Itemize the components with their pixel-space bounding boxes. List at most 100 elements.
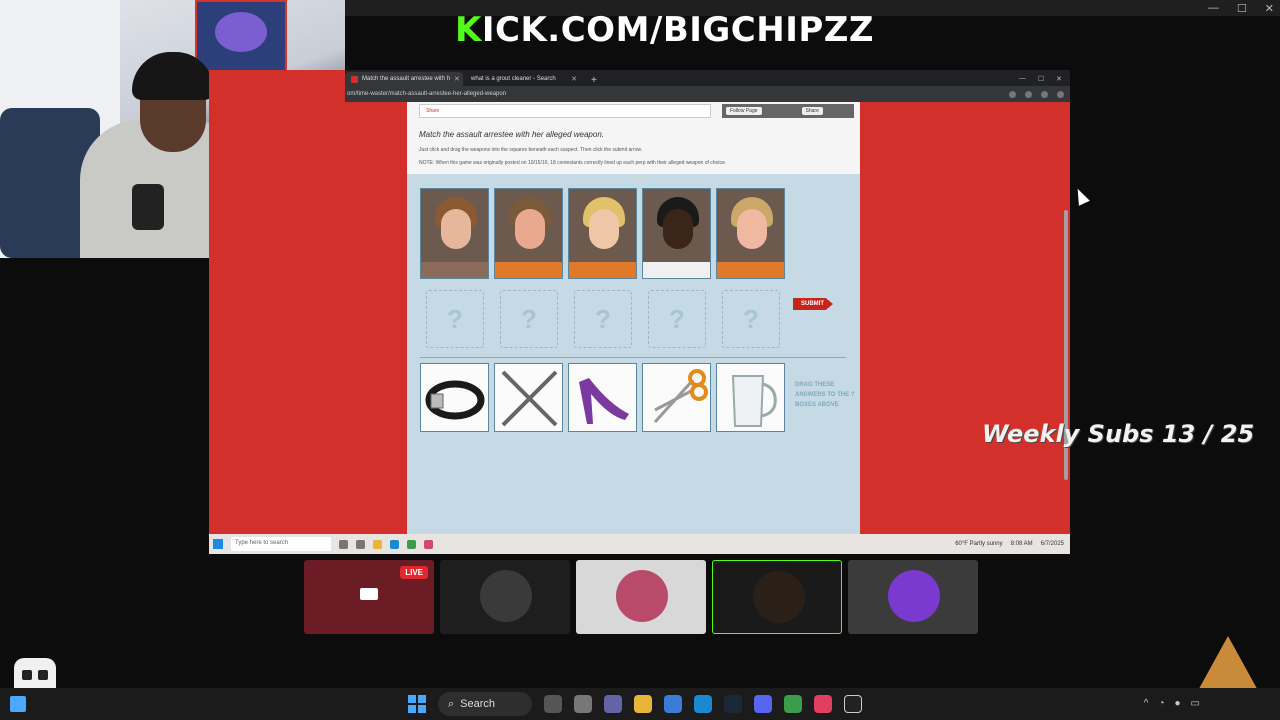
chrome-icon[interactable] — [407, 539, 416, 549]
call-participants: LIVE — [304, 560, 978, 634]
obs-icon[interactable] — [844, 695, 862, 713]
bookmark-icon[interactable] — [1009, 90, 1016, 98]
system-tray: ^ ◔ ● ▭ — [1144, 698, 1200, 709]
screen-share-icon — [360, 588, 378, 600]
outer-window-controls: — ☐ ✕ — [1208, 2, 1274, 15]
facebook-widget: Follow Page Share — [722, 104, 854, 118]
weapon-scissors[interactable] — [642, 363, 711, 432]
windows-taskbar: ⌕ Search ^ ◔ ● ▭ — [0, 688, 1280, 720]
answer-slot-2[interactable]: ? — [500, 290, 558, 348]
kick-channel-title: KICK.COM/BIGCHIPZZ — [455, 10, 874, 50]
microphone-icon[interactable]: ● — [1175, 698, 1181, 709]
scissors-icon — [653, 369, 708, 424]
answer-slot-1[interactable]: ? — [426, 290, 484, 348]
weather-text[interactable]: 60°F Partly sunny — [955, 541, 1002, 547]
profile-icon[interactable] — [1041, 90, 1048, 98]
maximize-icon[interactable]: ☐ — [1038, 75, 1044, 83]
clock-time[interactable]: 8:08 AM — [1011, 541, 1033, 547]
answer-slots: ? ? ? ? ? — [426, 290, 780, 348]
streamer-phone — [132, 184, 164, 230]
weapon-high-heel[interactable] — [568, 363, 637, 432]
weekly-subs-goal: Weekly Subs 13 / 25 — [982, 420, 1255, 448]
captured-screen: Match the assault arrestee with h ✕ what… — [209, 70, 1070, 554]
tab-grout-search[interactable]: what is a grout cleaner - Search ✕ — [465, 72, 583, 86]
browser-tab-bar: Match the assault arrestee with h ✕ what… — [345, 70, 1070, 86]
answer-slot-5[interactable]: ? — [722, 290, 780, 348]
participant-tile-5[interactable] — [848, 560, 978, 634]
inner-system-tray: 60°F Partly sunny 8:08 AM 6/7/2025 — [955, 541, 1070, 547]
store-icon[interactable] — [664, 695, 682, 713]
participant-tile-speaking[interactable] — [712, 560, 842, 634]
weapon-pitcher[interactable] — [716, 363, 785, 432]
tab-label: Match the assault arrestee with h — [362, 76, 451, 82]
answer-slot-3[interactable]: ? — [574, 290, 632, 348]
menu-icon[interactable] — [1057, 90, 1064, 98]
close-icon[interactable]: ✕ — [1265, 2, 1274, 15]
task-view-icon[interactable] — [574, 695, 592, 713]
belt-icon — [425, 380, 485, 420]
extensions-icon[interactable] — [1025, 90, 1032, 98]
app-icon[interactable] — [424, 539, 433, 549]
steam-icon[interactable] — [724, 695, 742, 713]
task-view-icon[interactable] — [339, 539, 348, 549]
chevron-up-icon[interactable]: ^ — [1144, 698, 1149, 709]
app-icon[interactable] — [544, 695, 562, 713]
game-note: NOTE: When this game was originally post… — [419, 160, 727, 166]
follow-page-button[interactable]: Follow Page — [726, 107, 762, 115]
tab-close-icon[interactable]: ✕ — [454, 75, 460, 83]
widget-icon[interactable] — [10, 696, 26, 712]
weapon-lug-wrench[interactable] — [494, 363, 563, 432]
file-explorer-icon[interactable] — [634, 695, 652, 713]
suspect-photo-4 — [642, 188, 711, 279]
answer-slot-4[interactable]: ? — [648, 290, 706, 348]
taskbar-search-label: Search — [460, 698, 496, 710]
weapon-belt[interactable] — [420, 363, 489, 432]
avatar — [888, 570, 940, 622]
app-icon[interactable] — [356, 539, 365, 549]
minimize-icon[interactable]: — — [1208, 2, 1219, 15]
taskbar-search[interactable]: ⌕ Search — [438, 692, 532, 716]
address-bar[interactable]: om/time-waster/match-assault-arrestee-he… — [345, 86, 1070, 102]
suspect-photo-2 — [494, 188, 563, 279]
search-icon: ⌕ — [448, 697, 455, 710]
participant-tile-3[interactable] — [576, 560, 706, 634]
network-icon[interactable]: ◔ — [1158, 698, 1164, 709]
participant-tile-screenshare[interactable]: LIVE — [304, 560, 434, 634]
teams-icon[interactable] — [604, 695, 622, 713]
game-instructions: Just click and drag the weapons into the… — [419, 147, 643, 153]
windows-start-icon[interactable] — [408, 695, 426, 713]
windows-start-icon[interactable] — [213, 539, 223, 549]
inner-taskbar: Type here to search 60°F Partly sunny 8:… — [209, 534, 1070, 554]
maximize-icon[interactable]: ☐ — [1237, 2, 1247, 15]
close-icon[interactable]: ✕ — [1056, 75, 1062, 83]
edge-icon[interactable] — [390, 539, 399, 549]
participant-tile-2[interactable] — [440, 560, 570, 634]
inner-search-box[interactable]: Type here to search — [231, 537, 331, 551]
discord-icon[interactable] — [754, 695, 772, 713]
tab-match-assault[interactable]: Match the assault arrestee with h ✕ — [345, 72, 463, 86]
avatar — [616, 570, 668, 622]
taskbar-apps: ⌕ Search — [408, 692, 862, 716]
browser-window-controls: — ☐ ✕ — [1019, 75, 1070, 86]
webcam-poster — [195, 0, 287, 72]
chrome-icon[interactable] — [784, 695, 802, 713]
minimize-icon[interactable]: — — [1019, 75, 1026, 83]
clock-date[interactable]: 6/7/2025 — [1041, 541, 1064, 547]
game-page: Share Follow Page Share Match the assaul… — [407, 102, 860, 534]
submit-button[interactable]: SUBMIT — [793, 298, 833, 310]
tab-close-icon[interactable]: ✕ — [571, 75, 577, 83]
battery-icon[interactable]: ▭ — [1191, 698, 1200, 709]
address-bar-icons — [1009, 90, 1070, 98]
new-tab-button[interactable]: + — [585, 75, 603, 86]
suspect-row — [420, 188, 785, 279]
tab-label: what is a grout cleaner - Search — [471, 76, 556, 82]
weapon-row — [420, 363, 785, 432]
site-favicon-icon — [351, 75, 358, 83]
url-text[interactable]: om/time-waster/match-assault-arrestee-he… — [347, 91, 506, 97]
game-header: Share Follow Page Share Match the assaul… — [407, 102, 860, 174]
edge-icon[interactable] — [694, 695, 712, 713]
music-icon[interactable] — [814, 695, 832, 713]
share-button[interactable]: Share — [419, 104, 711, 118]
fb-share-button[interactable]: Share — [801, 107, 823, 115]
file-explorer-icon[interactable] — [373, 539, 382, 549]
